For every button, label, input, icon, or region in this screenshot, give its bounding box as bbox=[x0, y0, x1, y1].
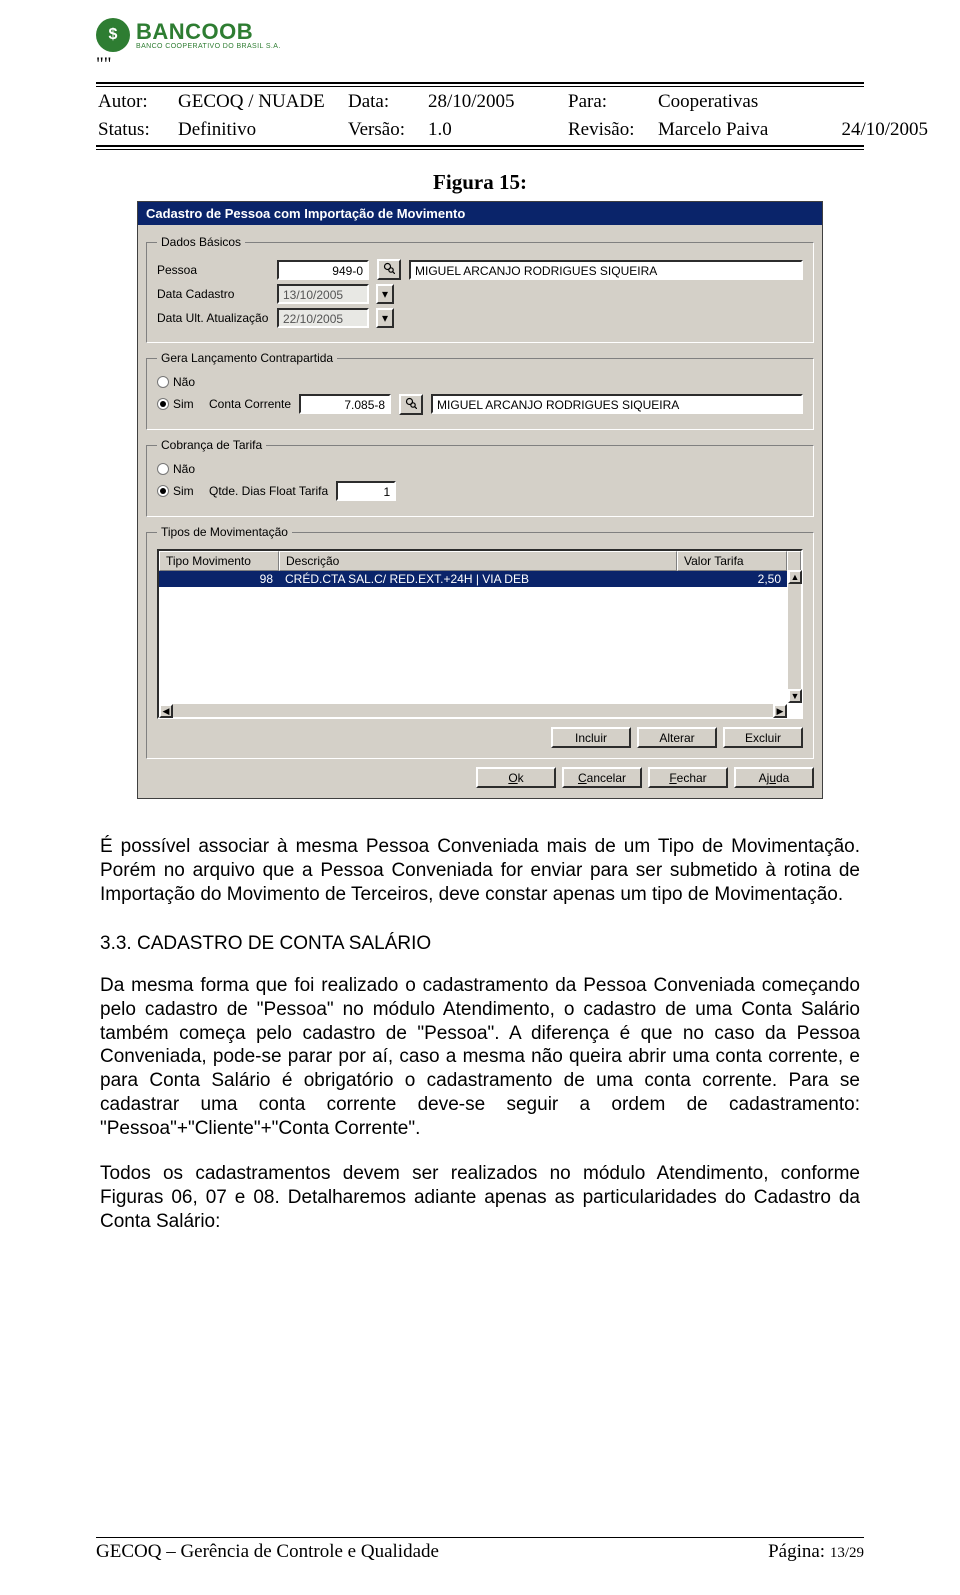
pessoa-code-input[interactable]: 949-0 bbox=[277, 260, 369, 280]
logo: $ BANCOOB BANCO COOPERATIVO DO BRASIL S.… bbox=[96, 18, 864, 52]
logo-mark: $ bbox=[96, 18, 130, 52]
doc-meta-row1: Autor: GECOQ / NUADE Data: 28/10/2005 Pa… bbox=[96, 87, 864, 115]
autor-value: GECOQ / NUADE bbox=[178, 91, 348, 113]
scroll-up-icon[interactable]: ▲ bbox=[788, 570, 802, 584]
data-atualizacao-label: Data Ult. Atualização bbox=[157, 311, 289, 325]
ajuda-button[interactable]: Ajuda bbox=[734, 767, 814, 788]
ok-button[interactable]: Ok bbox=[476, 767, 556, 788]
radio-icon bbox=[157, 398, 169, 410]
paragraph-3: Todos os cadastramentos devem ser realiz… bbox=[100, 1162, 860, 1233]
para-value: Cooperativas bbox=[658, 91, 808, 113]
section-title: 3.3. CADASTRO DE CONTA SALÁRIO bbox=[100, 932, 860, 956]
group-tipos-movimentacao: Tipos de Movimentação Tipo Movimento Des… bbox=[146, 525, 814, 759]
scroll-right-icon[interactable]: ▶ bbox=[773, 704, 787, 718]
contrapartida-sim-radio[interactable]: Sim bbox=[157, 397, 201, 411]
cell-desc: CRÉD.CTA SAL.C/ RED.EXT.+24H | VIA DEB bbox=[279, 571, 677, 587]
pessoa-lookup-button[interactable] bbox=[377, 259, 401, 280]
table-row[interactable]: 98 CRÉD.CTA SAL.C/ RED.EXT.+24H | VIA DE… bbox=[159, 571, 801, 587]
legend-contrapartida: Gera Lançamento Contrapartida bbox=[157, 351, 337, 365]
qtde-label: Qtde. Dias Float Tarifa bbox=[209, 484, 328, 498]
para-label: Para: bbox=[568, 91, 658, 113]
group-dados-basicos: Dados Básicos Pessoa 949-0 MIGUEL ARCANJ… bbox=[146, 235, 814, 343]
revisao-date: 24/10/2005 bbox=[808, 119, 928, 141]
radio-icon bbox=[157, 376, 169, 388]
paragraph-1: É possível associar à mesma Pessoa Conve… bbox=[100, 835, 860, 906]
logo-subtitle: BANCO COOPERATIVO DO BRASIL S.A. bbox=[136, 43, 281, 50]
legend-tipos: Tipos de Movimentação bbox=[157, 525, 292, 539]
radio-icon bbox=[157, 463, 169, 475]
fechar-button[interactable]: Fechar bbox=[648, 767, 728, 788]
dialog-window: Cadastro de Pessoa com Importação de Mov… bbox=[137, 201, 823, 799]
body-text: É possível associar à mesma Pessoa Conve… bbox=[100, 835, 860, 1234]
col-valor: Valor Tarifa bbox=[677, 551, 787, 571]
data-atualizacao-input: 22/10/2005 bbox=[277, 308, 369, 328]
search-icon bbox=[405, 397, 417, 412]
chevron-down-icon: ▾ bbox=[382, 311, 388, 325]
search-icon bbox=[383, 262, 395, 277]
cobranca-nao-radio[interactable]: Não bbox=[157, 462, 803, 476]
scroll-left-icon[interactable]: ◀ bbox=[159, 704, 173, 718]
figure-title: Figura 15: bbox=[96, 170, 864, 195]
table-header: Tipo Movimento Descrição Valor Tarifa bbox=[159, 551, 801, 571]
status-label: Status: bbox=[98, 119, 178, 141]
data-cadastro-label: Data Cadastro bbox=[157, 287, 269, 301]
group-cobranca: Cobrança de Tarifa Não Sim Qtde. Dias Fl… bbox=[146, 438, 814, 517]
scroll-down-icon[interactable]: ▼ bbox=[788, 689, 802, 703]
doc-meta-row2: Status: Definitivo Versão: 1.0 Revisão: … bbox=[96, 115, 864, 143]
cell-tipo: 98 bbox=[159, 571, 279, 587]
conta-pessoa-nome-input[interactable]: MIGUEL ARCANJO RODRIGUES SIQUEIRA bbox=[431, 394, 803, 414]
autor-label: Autor: bbox=[98, 91, 178, 113]
contrapartida-nao-label: Não bbox=[173, 375, 195, 389]
status-value: Definitivo bbox=[178, 119, 348, 141]
data-label: Data: bbox=[348, 91, 428, 113]
incluir-button[interactable]: Incluir bbox=[551, 727, 631, 748]
col-desc: Descrição bbox=[279, 551, 677, 571]
chevron-down-icon: ▾ bbox=[382, 287, 388, 301]
versao-label: Versão: bbox=[348, 119, 428, 141]
legend-cobranca: Cobrança de Tarifa bbox=[157, 438, 266, 452]
excluir-button[interactable]: Excluir bbox=[723, 727, 803, 748]
contrapartida-sim-label: Sim bbox=[173, 397, 194, 411]
revisao-value: Marcelo Paiva bbox=[658, 119, 808, 141]
contrapartida-nao-radio[interactable]: Não bbox=[157, 375, 803, 389]
conta-lookup-button[interactable] bbox=[399, 394, 423, 415]
cancelar-button[interactable]: Cancelar bbox=[562, 767, 642, 788]
cobranca-sim-label: Sim bbox=[173, 484, 194, 498]
col-tipo: Tipo Movimento bbox=[159, 551, 279, 571]
page-footer: GECOQ – Gerência de Controle e Qualidade… bbox=[96, 1537, 864, 1563]
logo-brand: BANCOOB bbox=[136, 21, 281, 43]
cobranca-sim-radio[interactable]: Sim bbox=[157, 484, 201, 498]
tipos-table[interactable]: Tipo Movimento Descrição Valor Tarifa 98… bbox=[157, 549, 803, 719]
data-cadastro-dropdown[interactable]: ▾ bbox=[376, 284, 394, 304]
quote-mark: "" bbox=[96, 54, 864, 76]
qtde-input[interactable]: 1 bbox=[336, 481, 396, 501]
revisao-label: Revisão: bbox=[568, 119, 658, 141]
data-atualizacao-dropdown[interactable]: ▾ bbox=[376, 308, 394, 328]
conta-corrente-input[interactable]: 7.085-8 bbox=[299, 394, 391, 414]
cobranca-nao-label: Não bbox=[173, 462, 195, 476]
legend-dados-basicos: Dados Básicos bbox=[157, 235, 245, 249]
cell-valor: 2,50 bbox=[677, 571, 787, 587]
paragraph-2: Da mesma forma que foi realizado o cadas… bbox=[100, 974, 860, 1140]
versao-value: 1.0 bbox=[428, 119, 568, 141]
header-rule-bottom bbox=[96, 145, 864, 150]
pessoa-nome-input[interactable]: MIGUEL ARCANJO RODRIGUES SIQUEIRA bbox=[409, 260, 803, 280]
data-cadastro-input: 13/10/2005 bbox=[277, 284, 369, 304]
footer-left: GECOQ – Gerência de Controle e Qualidade bbox=[96, 1541, 439, 1563]
alterar-button[interactable]: Alterar bbox=[637, 727, 717, 748]
conta-corrente-label: Conta Corrente bbox=[209, 397, 291, 411]
vertical-scrollbar[interactable]: ▲ ▼ bbox=[787, 570, 801, 703]
horizontal-scrollbar[interactable]: ◀ ▶ bbox=[159, 703, 787, 717]
data-value: 28/10/2005 bbox=[428, 91, 568, 113]
group-contrapartida: Gera Lançamento Contrapartida Não Sim Co… bbox=[146, 351, 814, 430]
pessoa-label: Pessoa bbox=[157, 263, 269, 277]
footer-right: Página: 13/29 bbox=[768, 1541, 864, 1563]
dialog-titlebar: Cadastro de Pessoa com Importação de Mov… bbox=[138, 202, 822, 225]
radio-icon bbox=[157, 485, 169, 497]
